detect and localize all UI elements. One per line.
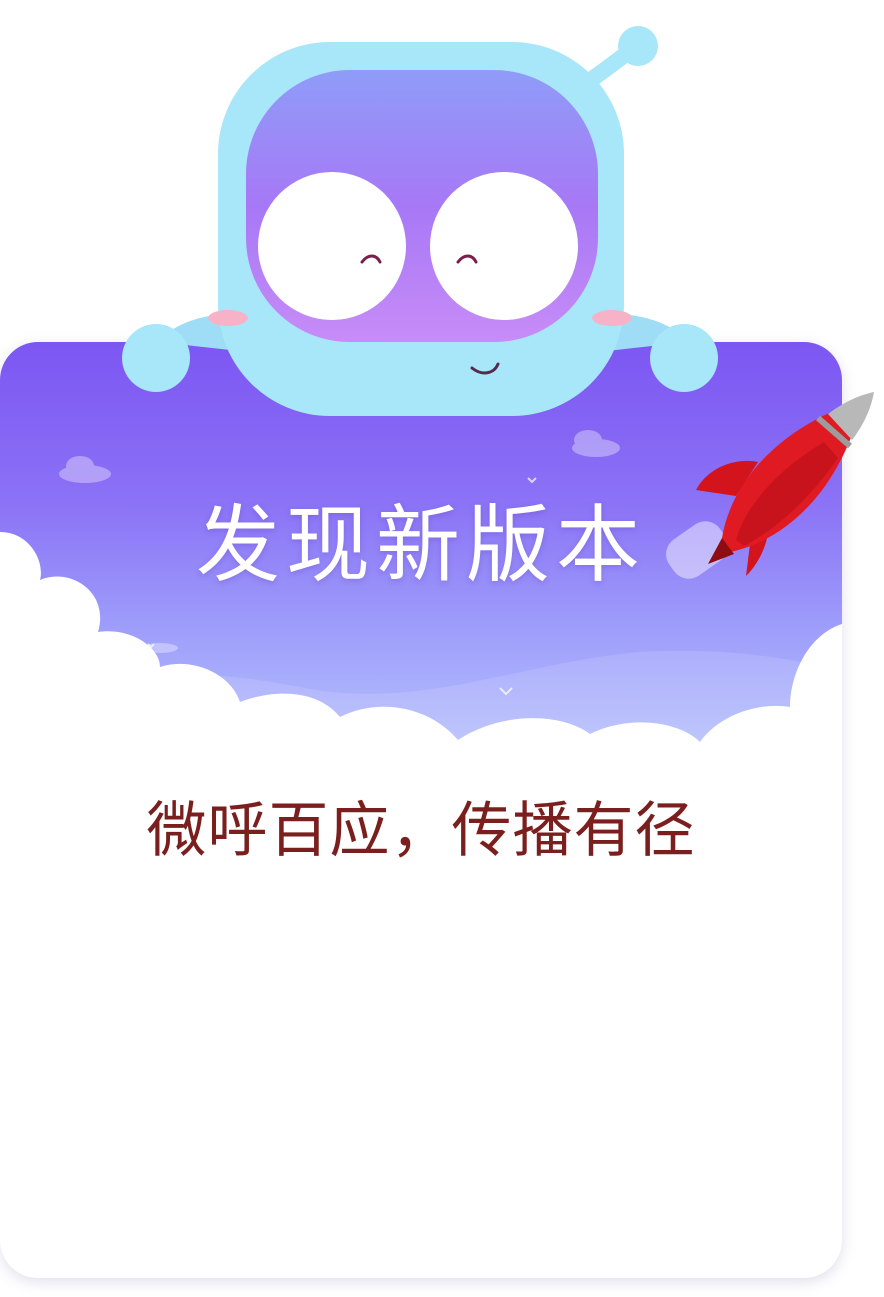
dialog-subtitle: 微呼百应，传播有径 bbox=[146, 796, 696, 866]
rocket-icon bbox=[666, 392, 874, 579]
robot-mascot-icon bbox=[122, 26, 718, 416]
